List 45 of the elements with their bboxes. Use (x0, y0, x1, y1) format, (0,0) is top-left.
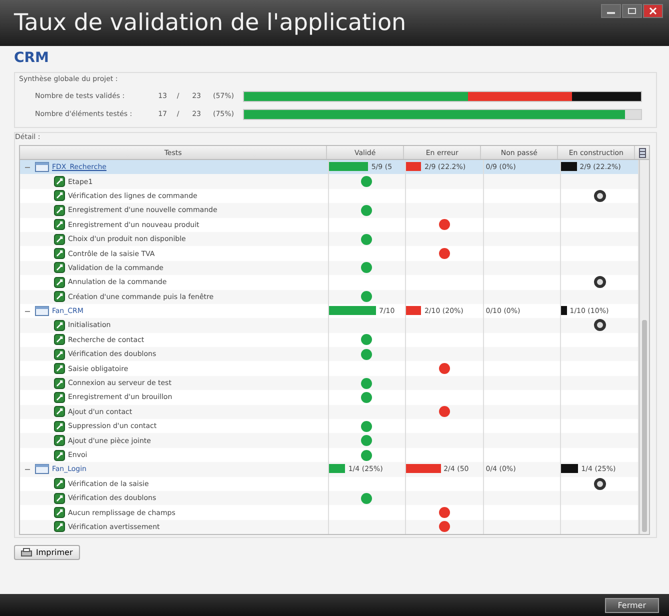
success-status-icon (361, 392, 372, 403)
printer-icon (21, 548, 32, 558)
error-status-icon (438, 521, 450, 532)
success-status-icon (361, 176, 372, 188)
error-status-icon (438, 507, 450, 518)
application-name: CRM (14, 50, 50, 66)
test-script-icon (54, 363, 65, 374)
folder-icon (35, 306, 49, 316)
folder-icon (35, 162, 49, 172)
vertical-scrollbar[interactable] (639, 160, 649, 534)
test-script-icon (54, 276, 65, 288)
test-script-icon (54, 478, 65, 490)
close-icon (648, 7, 658, 15)
in-progress-icon (594, 276, 606, 288)
success-status-icon (361, 348, 372, 360)
success-status-icon (361, 334, 372, 346)
window-title: Taux de validation de l'application (14, 10, 406, 36)
success-status-icon (361, 378, 372, 389)
success-status-icon (361, 234, 372, 245)
in-progress-icon (594, 190, 606, 202)
in-progress-icon (594, 478, 606, 490)
error-status-icon (438, 363, 450, 374)
error-status-icon (438, 248, 450, 260)
in-progress-icon (594, 319, 606, 332)
test-script-icon (54, 507, 65, 518)
close-button[interactable] (643, 4, 663, 18)
minimize-button[interactable] (601, 4, 621, 18)
success-status-icon (361, 492, 372, 504)
column-chooser-icon[interactable] (638, 148, 646, 158)
print-button[interactable]: Imprimer (14, 545, 80, 560)
error-status-icon (438, 406, 450, 418)
test-script-icon (54, 392, 65, 403)
test-script-icon (54, 248, 65, 260)
close-dialog-button[interactable]: Fermer (604, 598, 659, 612)
test-script-icon (54, 450, 65, 460)
folder-icon (35, 464, 49, 474)
success-status-icon (361, 291, 372, 302)
success-status-icon (361, 450, 372, 460)
maximize-icon (627, 7, 637, 15)
success-status-icon (361, 204, 372, 216)
error-status-icon (438, 219, 450, 230)
maximize-button[interactable] (622, 4, 642, 18)
success-status-icon (361, 420, 372, 432)
success-status-icon (361, 262, 372, 274)
success-status-icon (361, 435, 372, 446)
